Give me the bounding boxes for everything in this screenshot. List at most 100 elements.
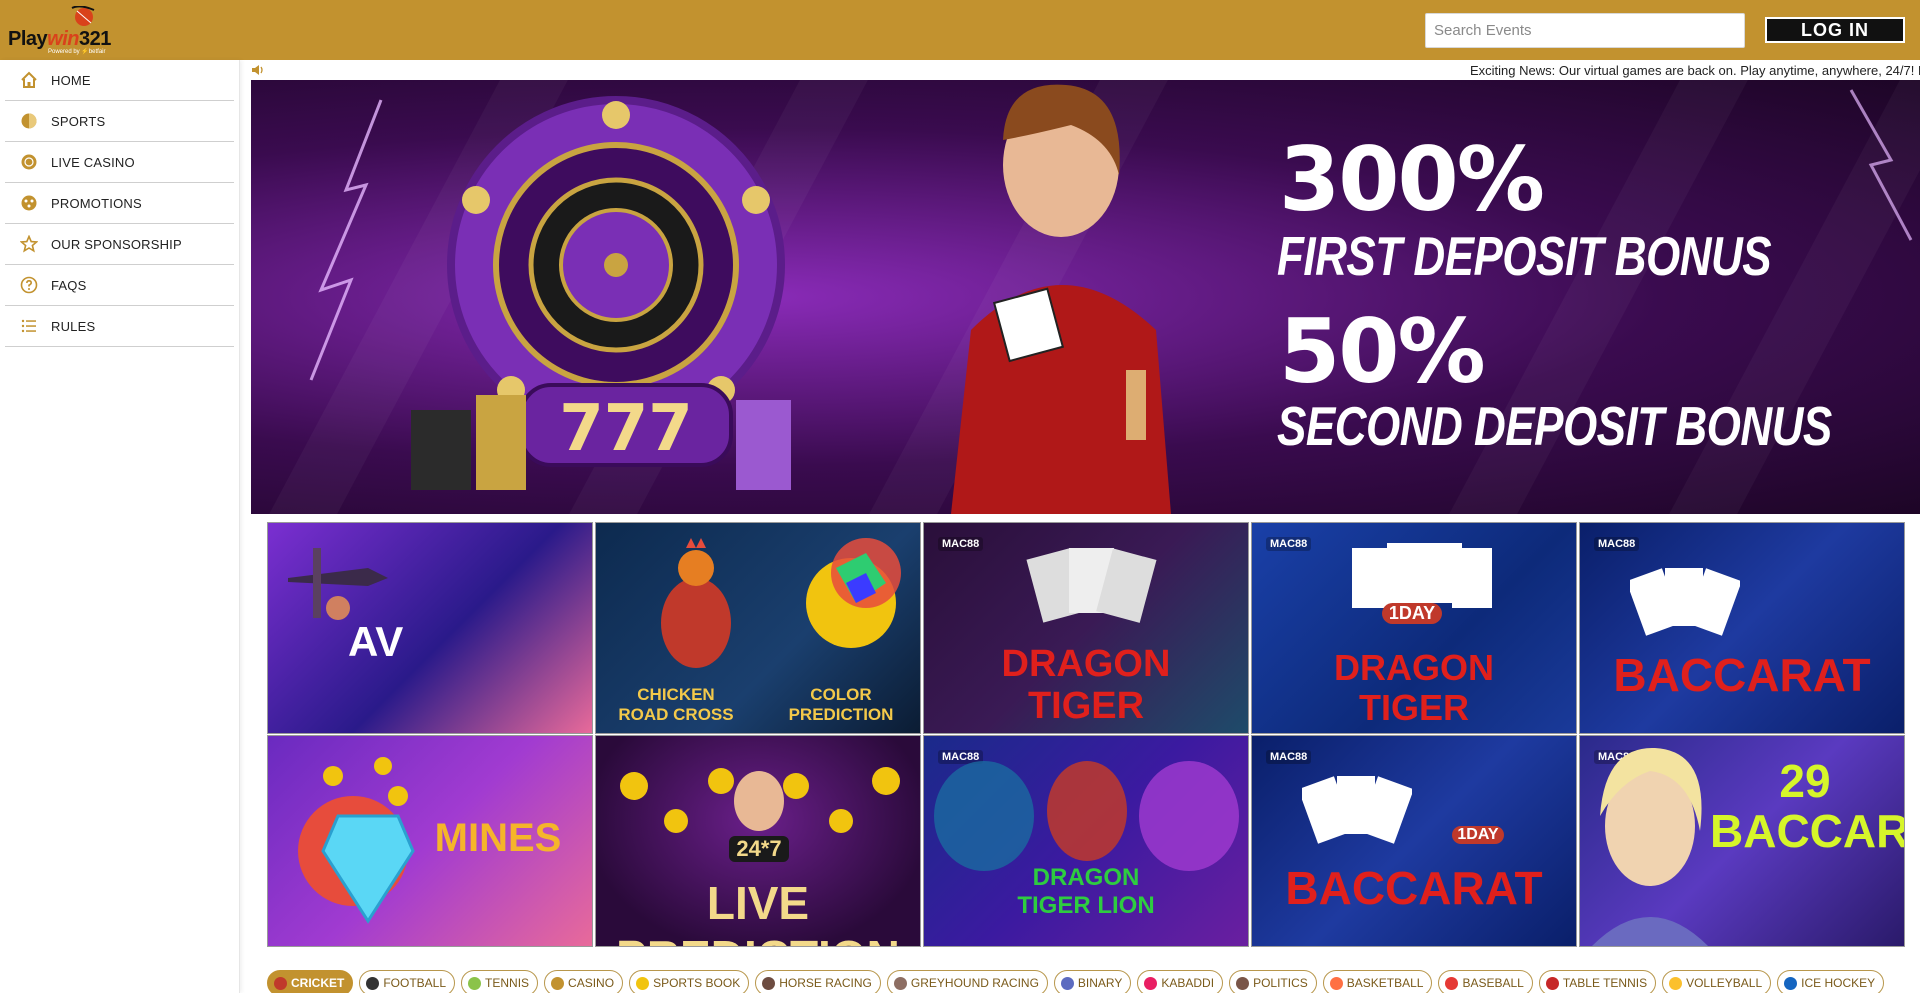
tab-volleyball[interactable]: VOLLEYBALL bbox=[1662, 970, 1772, 993]
tab-cricket[interactable]: CRICKET bbox=[267, 970, 354, 993]
tab-label: ICE HOCKEY bbox=[1801, 976, 1876, 990]
tab-kabaddi[interactable]: KABADDI bbox=[1137, 970, 1224, 993]
game-tile-mines[interactable]: MINES bbox=[267, 735, 593, 947]
search-input[interactable] bbox=[1425, 13, 1745, 48]
sport-icon bbox=[1445, 976, 1459, 990]
tab-politics[interactable]: POLITICS bbox=[1229, 970, 1317, 993]
ticker-text: Exciting News: Our virtual games are bac… bbox=[1470, 63, 1920, 78]
tab-label: TENNIS bbox=[485, 976, 530, 990]
sport-icon bbox=[1784, 976, 1798, 990]
tab-table-tennis[interactable]: TABLE TENNIS bbox=[1538, 970, 1657, 993]
game-title: DRAGON TIGER LION bbox=[1017, 864, 1155, 919]
game-tile-dragon-tiger-lion[interactable]: MAC88 DRAGON TIGER LION bbox=[923, 735, 1249, 947]
game-title: AV bbox=[348, 618, 404, 665]
game-tile-dragon-tiger-1day[interactable]: MAC88 1DAY DRAGON TIGER bbox=[1251, 522, 1577, 734]
tab-label: BASEBALL bbox=[1462, 976, 1524, 990]
provider-badge: MAC88 bbox=[1266, 537, 1312, 551]
game-subtitle: 1DAY bbox=[1452, 826, 1504, 844]
list-icon bbox=[19, 316, 39, 336]
roulette-wheel-graphic: 777 bbox=[411, 96, 791, 490]
game-subtitle: 1DAY bbox=[1382, 603, 1442, 624]
tab-label: CASINO bbox=[568, 976, 615, 990]
cards-graphic bbox=[1026, 548, 1157, 623]
star-icon bbox=[19, 234, 39, 254]
tab-greyhound-racing[interactable]: GREYHOUND RACING bbox=[886, 970, 1048, 993]
banner-subline-second: SECOND DEPOSIT BONUS bbox=[1277, 396, 1832, 458]
sidebar-item-label: RULES bbox=[51, 318, 96, 334]
tab-label: TABLE TENNIS bbox=[1562, 976, 1648, 990]
tab-label: BASKETBALL bbox=[1346, 976, 1424, 990]
game-title: CHICKEN ROAD CROSS bbox=[618, 685, 734, 724]
diamond-graphic bbox=[298, 757, 415, 924]
sidebar-item-label: SPORTS bbox=[51, 113, 106, 129]
sidebar-item-sports[interactable]: SPORTS bbox=[5, 101, 234, 142]
news-ticker: Exciting News: Our virtual games are bac… bbox=[251, 60, 1920, 80]
game-tile-dragon-tiger[interactable]: MAC88 DRAGON TIGER bbox=[923, 522, 1249, 734]
tab-binary[interactable]: BINARY bbox=[1053, 970, 1132, 993]
sport-icon bbox=[366, 976, 380, 990]
tab-label: CRICKET bbox=[291, 976, 345, 990]
top-header: Playwin321 Powered by ⚡betfair LOG IN bbox=[0, 0, 1920, 60]
sidebar-item-home[interactable]: HOME bbox=[5, 60, 234, 101]
tab-horse-racing[interactable]: HORSE RACING bbox=[755, 970, 881, 993]
sports-tab-bar: CRICKET FOOTBALL TENNIS CASINO SPORTS BOOK HO… bbox=[267, 970, 1920, 993]
sidebar-item-our-sponsorship[interactable]: OUR SPONSORSHIP bbox=[5, 224, 234, 265]
tab-baseball[interactable]: BASEBALL bbox=[1438, 970, 1533, 993]
sport-icon bbox=[762, 976, 776, 990]
sport-icon bbox=[1669, 976, 1683, 990]
banner-headline-first: 300% bbox=[1279, 128, 1545, 231]
sport-icon bbox=[1144, 976, 1158, 990]
tab-basketball[interactable]: BASKETBALL bbox=[1322, 970, 1433, 993]
sports-icon bbox=[19, 111, 39, 131]
provider-badge: MAC88 bbox=[938, 537, 984, 551]
sidebar-item-faqs[interactable]: FAQS bbox=[5, 265, 234, 306]
sidebar-item-label: HOME bbox=[51, 72, 91, 88]
game-title: BACCARAT bbox=[1613, 649, 1871, 701]
tab-casino[interactable]: CASINO bbox=[544, 970, 624, 993]
site-logo[interactable]: Playwin321 Powered by ⚡betfair bbox=[8, 6, 118, 56]
sport-icon bbox=[1236, 976, 1250, 990]
game-tile-chicken-road-color-prediction[interactable]: CHICKEN ROAD CROSS COLOR PREDICTION bbox=[595, 522, 921, 734]
provider-badge: MAC88 bbox=[1594, 537, 1640, 551]
sport-icon bbox=[1545, 976, 1559, 990]
promo-banner[interactable]: 777 300% FIRST DEPOSIT BONUS 50% SECOND … bbox=[251, 80, 1920, 514]
sport-icon bbox=[1060, 976, 1074, 990]
color-balls-graphic bbox=[806, 538, 901, 648]
game-tile-baccarat[interactable]: MAC88 BACCARAT bbox=[1579, 522, 1905, 734]
tab-label: POLITICS bbox=[1253, 976, 1308, 990]
tab-ice-hockey[interactable]: ICE HOCKEY bbox=[1777, 970, 1885, 993]
game-title: MINES bbox=[434, 816, 562, 860]
cards-graphic bbox=[1630, 568, 1740, 636]
game-title: DRAGON TIGER bbox=[1001, 643, 1171, 727]
sidebar-item-rules[interactable]: RULES bbox=[5, 306, 234, 347]
game-title-secondary: COLOR PREDICTION bbox=[788, 685, 894, 724]
tab-sports-book[interactable]: SPORTS BOOK bbox=[629, 970, 750, 993]
cricket-ball-icon bbox=[71, 6, 95, 26]
login-button[interactable]: LOG IN bbox=[1765, 17, 1905, 43]
game-tile-29-baccarat[interactable]: MAC88 29 BACCARAT bbox=[1579, 735, 1905, 947]
tab-label: VOLLEYBALL bbox=[1686, 976, 1763, 990]
sidebar-item-label: OUR SPONSORSHIP bbox=[51, 236, 182, 252]
tab-label: FOOTBALL bbox=[383, 976, 447, 990]
banner-headline-second: 50% bbox=[1279, 300, 1486, 403]
game-title: LIVE PREDICTION bbox=[616, 877, 900, 946]
tab-label: GREYHOUND RACING bbox=[910, 976, 1039, 990]
tab-label: BINARY bbox=[1077, 976, 1123, 990]
tab-label: KABADDI bbox=[1161, 976, 1215, 990]
question-icon bbox=[19, 275, 39, 295]
sport-icon bbox=[468, 976, 482, 990]
sidebar-item-promotions[interactable]: PROMOTIONS bbox=[5, 183, 234, 224]
promotions-icon bbox=[19, 193, 39, 213]
game-title: DRAGON TIGER bbox=[1334, 647, 1494, 728]
tab-label: SPORTS BOOK bbox=[653, 976, 741, 990]
tab-football[interactable]: FOOTBALL bbox=[359, 970, 456, 993]
casino-chip-icon bbox=[19, 152, 39, 172]
tab-tennis[interactable]: TENNIS bbox=[461, 970, 539, 993]
home-icon bbox=[19, 70, 39, 90]
game-tile-aviator[interactable]: AV bbox=[267, 522, 593, 734]
game-tile-live-prediction[interactable]: 24*7 LIVE PREDICTION bbox=[595, 735, 921, 947]
sidebar-item-live-casino[interactable]: LIVE CASINO bbox=[5, 142, 234, 183]
game-tile-baccarat-1day[interactable]: MAC88 1DAY BACCARAT bbox=[1251, 735, 1577, 947]
svg-text:777: 777 bbox=[559, 392, 693, 466]
sport-icon bbox=[1329, 976, 1343, 990]
